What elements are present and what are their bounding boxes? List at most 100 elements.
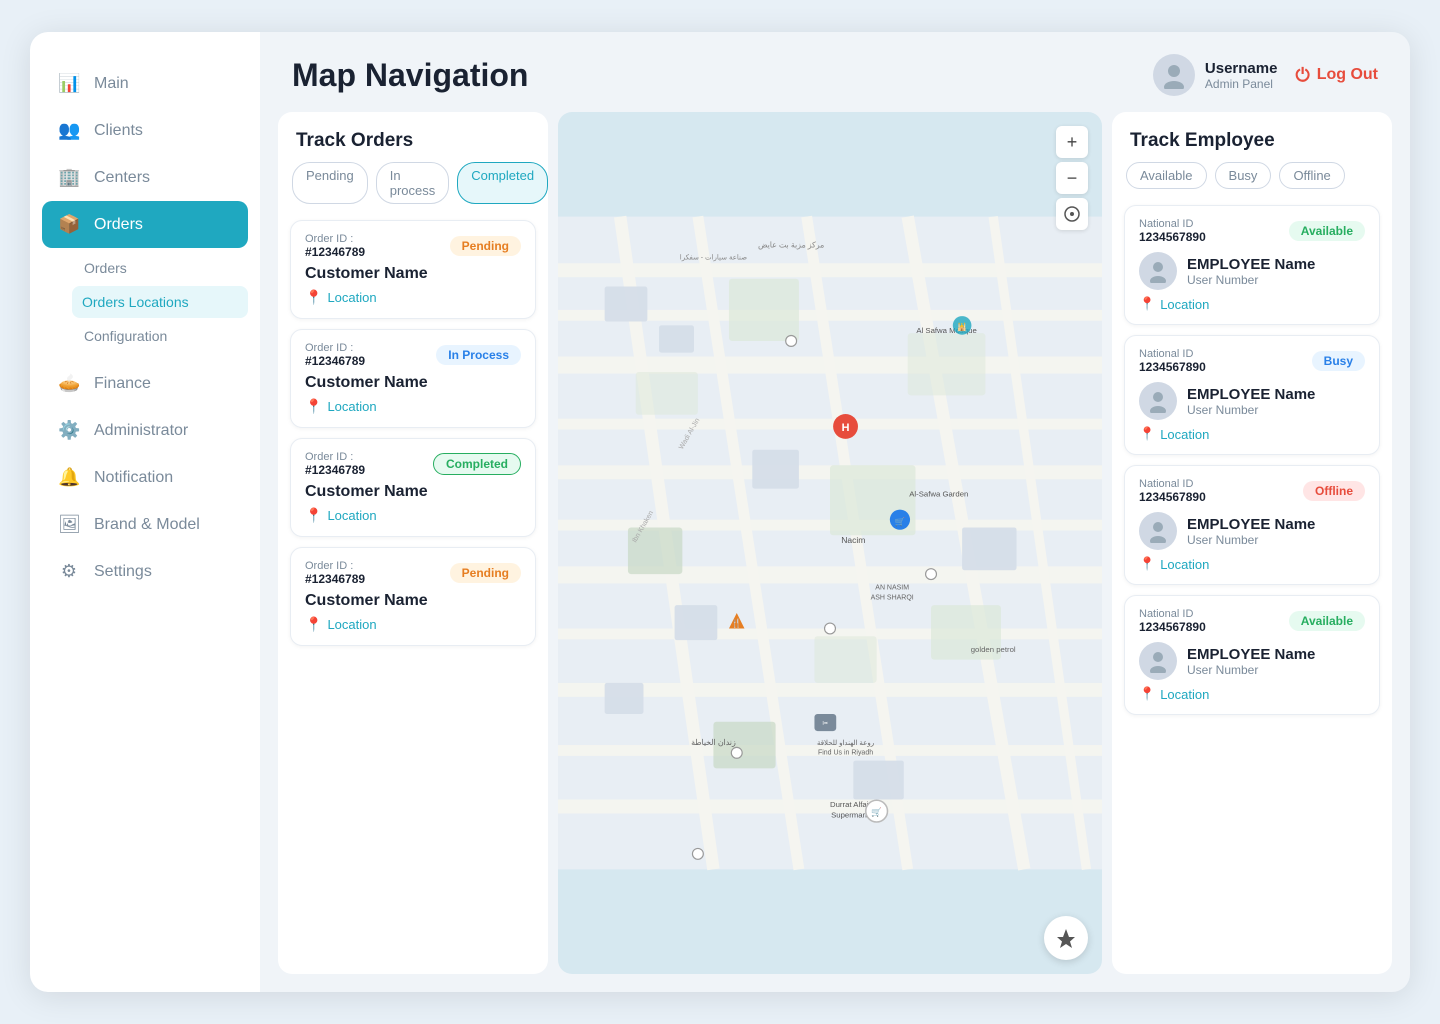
logout-button[interactable]: ⏻ Log Out: [1295, 65, 1378, 86]
emp-tab-busy[interactable]: Busy: [1215, 162, 1272, 189]
sidebar-item-clients[interactable]: 👥 Clients: [30, 107, 260, 154]
locate-button[interactable]: [1044, 916, 1088, 960]
employee-filter-tabs: Available Busy Offline: [1112, 162, 1392, 199]
sidebar-item-orders[interactable]: 📦 Orders: [42, 201, 248, 248]
emp-location-label: Location: [1160, 297, 1209, 312]
settings-icon: ⚙: [58, 561, 80, 582]
track-employee-panel: Track Employee Available Busy Offline Na…: [1112, 112, 1392, 974]
filter-tab-completed[interactable]: Completed: [457, 162, 548, 204]
order-id-block: Order ID : #12346789: [305, 451, 365, 477]
location-label: Location: [327, 617, 376, 632]
main-icon: 📊: [58, 73, 80, 94]
order-card-top: Order ID : #12346789 Pending: [305, 560, 521, 586]
user-name: Username: [1205, 60, 1278, 77]
location-label: Location: [327, 508, 376, 523]
emp-location-label: Location: [1160, 687, 1209, 702]
emp-avatar: [1139, 512, 1177, 550]
status-badge: Pending: [450, 563, 521, 583]
svg-text:H: H: [842, 422, 850, 434]
emp-location-row: 📍 Location: [1139, 686, 1365, 702]
emp-info-row: EMPLOYEE Name User Number: [1139, 642, 1365, 680]
zoom-in-button[interactable]: +: [1056, 126, 1088, 158]
brand-model-icon: 🖼: [58, 514, 80, 535]
svg-text:مركز مزبة بت عايض: مركز مزبة بت عايض: [758, 241, 824, 250]
page-title: Map Navigation: [292, 57, 528, 94]
emp-location-pin-icon: 📍: [1139, 686, 1155, 702]
emp-tab-offline[interactable]: Offline: [1279, 162, 1344, 189]
main-content: Map Navigation Username Admin Panel: [260, 32, 1410, 992]
order-id-block: Order ID : #12346789: [305, 560, 365, 586]
order-card: Order ID : #12346789 In Process Customer…: [290, 329, 536, 428]
national-id-label: National ID: [1139, 218, 1206, 230]
sidebar: 📊 Main 👥 Clients 🏢 Centers 📦 Orders Orde…: [30, 32, 260, 992]
emp-location-pin-icon: 📍: [1139, 296, 1155, 312]
national-id-label: National ID: [1139, 478, 1206, 490]
sidebar-subitem-orders[interactable]: Orders: [30, 252, 260, 284]
orders-list: Order ID : #12346789 Pending Customer Na…: [278, 214, 548, 974]
sidebar-item-finance[interactable]: 🥧 Finance: [30, 360, 260, 407]
sidebar-item-brand-model[interactable]: 🖼 Brand & Model: [30, 501, 260, 548]
compass-button[interactable]: [1056, 198, 1088, 230]
sidebar-item-label: Main: [94, 75, 129, 93]
emp-name-block: EMPLOYEE Name User Number: [1187, 386, 1315, 417]
content-row: Track Orders Pending In process Complete…: [260, 112, 1410, 992]
svg-text:زندان الخياطة: زندان الخياطة: [691, 738, 736, 747]
administrator-icon: ⚙️: [58, 420, 80, 441]
location-pin-icon: 📍: [305, 398, 322, 415]
emp-name: EMPLOYEE Name: [1187, 386, 1315, 403]
sidebar-item-settings[interactable]: ⚙ Settings: [30, 548, 260, 595]
centers-icon: 🏢: [58, 167, 80, 188]
sidebar-item-main[interactable]: 📊 Main: [30, 60, 260, 107]
emp-tab-available[interactable]: Available: [1126, 162, 1207, 189]
svg-text:AN NASIM: AN NASIM: [875, 585, 909, 592]
sidebar-item-label: Centers: [94, 169, 150, 187]
national-id-value: 1234567890: [1139, 360, 1206, 374]
svg-text:✂: ✂: [822, 721, 828, 728]
zoom-out-button[interactable]: −: [1056, 162, 1088, 194]
emp-location-label: Location: [1160, 557, 1209, 572]
filter-tab-inprocess[interactable]: In process: [376, 162, 450, 204]
orders-subnav: Orders Orders Locations Configuration: [30, 248, 260, 360]
top-bar: Map Navigation Username Admin Panel: [260, 32, 1410, 112]
svg-text:Al-Safwa Garden: Al-Safwa Garden: [909, 489, 968, 498]
emp-location-row: 📍 Location: [1139, 556, 1365, 572]
location-row: 📍 Location: [305, 398, 521, 415]
emp-location-pin-icon: 📍: [1139, 426, 1155, 442]
employee-list: National ID 1234567890 Available EMPLOYE…: [1112, 199, 1392, 974]
order-id-value: #12346789: [305, 572, 365, 586]
clients-icon: 👥: [58, 120, 80, 141]
sidebar-item-notification[interactable]: 🔔 Notification: [30, 454, 260, 501]
location-label: Location: [327, 290, 376, 305]
emp-user-number: User Number: [1187, 403, 1315, 417]
emp-info-row: EMPLOYEE Name User Number: [1139, 252, 1365, 290]
location-pin-icon: 📍: [305, 616, 322, 633]
map-background: مركز مزبة بت عايض صناعة سيارات - سفكرا A…: [558, 112, 1102, 974]
notification-icon: 🔔: [58, 467, 80, 488]
svg-text:golden petrol: golden petrol: [971, 645, 1016, 654]
order-id-block: Order ID : #12346789: [305, 342, 365, 368]
order-id-value: #12346789: [305, 463, 365, 477]
orders-icon: 📦: [58, 214, 80, 235]
sidebar-subitem-orders-locations[interactable]: Orders Locations: [72, 286, 248, 318]
location-pin-icon: 📍: [305, 289, 322, 306]
sidebar-item-centers[interactable]: 🏢 Centers: [30, 154, 260, 201]
sidebar-item-administrator[interactable]: ⚙️ Administrator: [30, 407, 260, 454]
emp-card-top: National ID 1234567890 Available: [1139, 218, 1365, 244]
sidebar-subitem-configuration[interactable]: Configuration: [30, 320, 260, 352]
national-id-value: 1234567890: [1139, 620, 1206, 634]
location-label: Location: [327, 399, 376, 414]
order-id-label: Order ID :: [305, 342, 365, 354]
customer-name: Customer Name: [305, 592, 521, 610]
emp-avatar: [1139, 642, 1177, 680]
svg-text:صناعة سيارات - سفكرا: صناعة سيارات - سفكرا: [680, 253, 747, 261]
filter-tab-pending[interactable]: Pending: [292, 162, 368, 204]
emp-status-badge: Available: [1289, 611, 1365, 631]
order-card-top: Order ID : #12346789 Completed: [305, 451, 521, 477]
order-id-block: Order ID : #12346789: [305, 233, 365, 259]
employee-card: National ID 1234567890 Available EMPLOYE…: [1124, 205, 1380, 325]
national-id-value: 1234567890: [1139, 490, 1206, 504]
emp-location-pin-icon: 📍: [1139, 556, 1155, 572]
national-id-block: National ID 1234567890: [1139, 608, 1206, 634]
map-area[interactable]: مركز مزبة بت عايض صناعة سيارات - سفكرا A…: [558, 112, 1102, 974]
sidebar-item-label: Orders: [94, 216, 143, 234]
